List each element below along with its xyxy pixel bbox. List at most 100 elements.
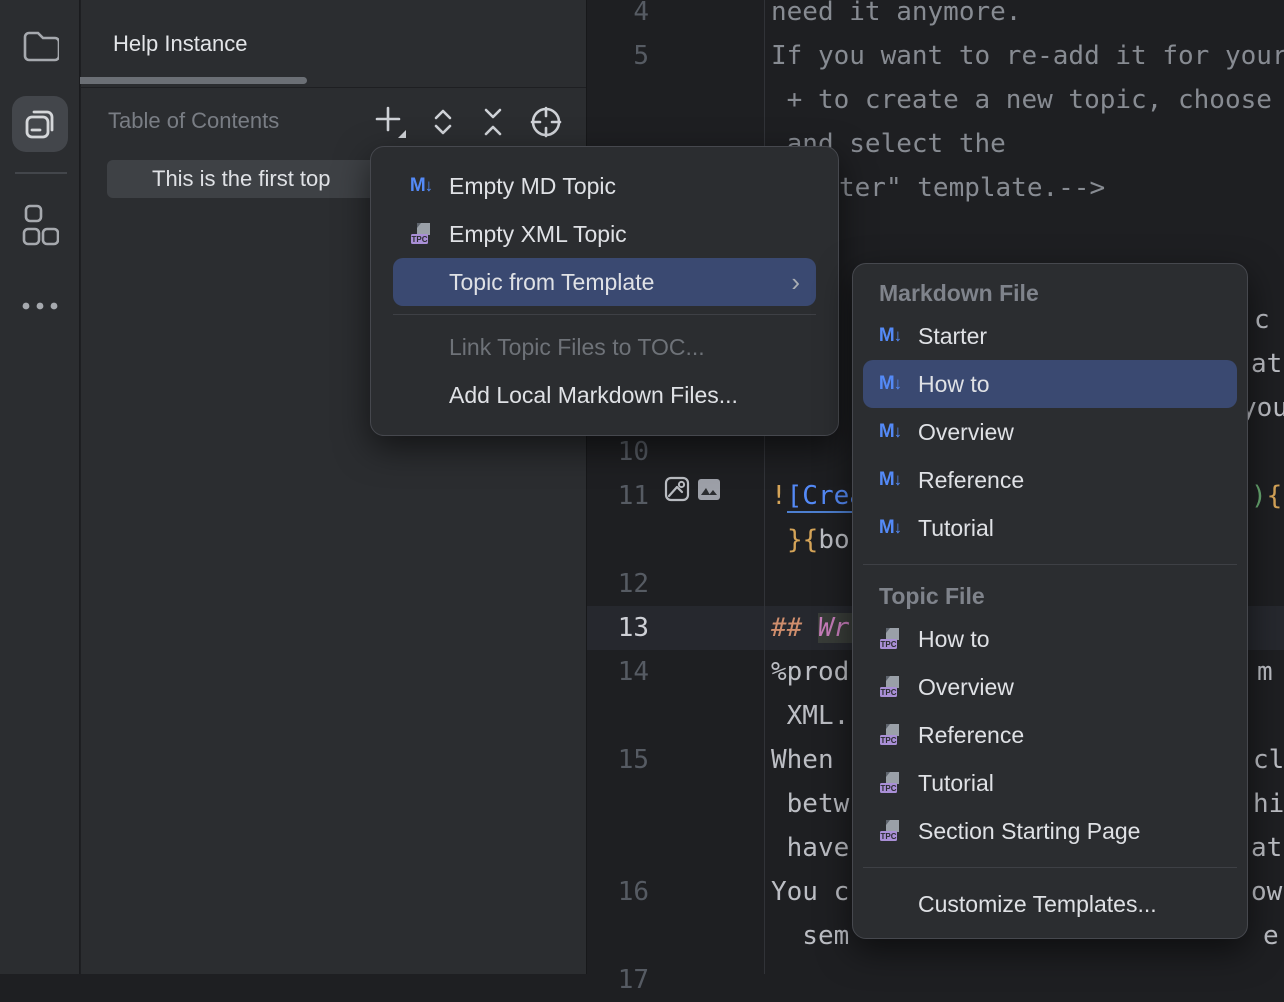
toc-item-first-topic[interactable]: This is the first top <box>107 160 377 198</box>
menu-item-add-local-markdown[interactable]: Add Local Markdown Files... <box>393 371 816 419</box>
expand-all-icon <box>428 105 458 139</box>
code-line: sem <box>771 914 849 958</box>
code-line: + to create a new topic, choose <box>771 78 1284 122</box>
topic-file-icon: TPC <box>878 819 902 843</box>
topic-file-icon: TPC <box>878 675 902 699</box>
menu-item-label: Link Topic Files to TOC... <box>449 334 705 361</box>
markdown-file-icon: M↓ <box>878 516 902 540</box>
more-tool-windows-button[interactable] <box>12 278 68 334</box>
submenu-item-overview-topic[interactable]: TPC Overview <box>863 663 1237 711</box>
submenu-item-how-to-topic[interactable]: TPC How to <box>863 615 1237 663</box>
code-line: When <box>771 738 849 782</box>
code-line: You c <box>771 870 849 914</box>
menu-item-label: Reference <box>918 722 1024 749</box>
line-number: 11 <box>589 474 649 518</box>
code-line: %prod <box>771 650 849 694</box>
line-number-current: 13 <box>589 606 649 650</box>
menu-item-label: Add Local Markdown Files... <box>449 382 738 409</box>
topic-file-icon: TPC <box>878 723 902 747</box>
submenu-arrow-icon: › <box>791 269 800 295</box>
more-icon <box>20 301 60 311</box>
submenu-item-starter[interactable]: M↓ Starter <box>863 312 1237 360</box>
paren-fragment: ) <box>1251 481 1267 511</box>
tool-window-title: Help Instance <box>113 31 248 57</box>
code-fragment: hi <box>1253 782 1284 826</box>
submenu-item-customize-templates[interactable]: Customize Templates... <box>863 880 1237 928</box>
markdown-file-icon: M↓ <box>878 468 902 492</box>
submenu-item-tutorial-topic[interactable]: TPC Tutorial <box>863 759 1237 807</box>
svg-text:TPC: TPC <box>881 784 897 793</box>
menu-item-label: How to <box>918 626 990 653</box>
topic-file-icon: TPC <box>878 627 902 651</box>
topic-file-icon: TPC <box>878 771 902 795</box>
code-line: ter" template.--> <box>839 166 1105 210</box>
code-line: If you want to re-add it for your <box>771 34 1284 78</box>
markdown-file-icon: M↓ <box>878 372 902 396</box>
collapse-all-button[interactable] <box>475 104 511 140</box>
line-number: 5 <box>589 34 649 78</box>
expand-all-button[interactable] <box>425 104 461 140</box>
menu-item-label: Overview <box>918 674 1014 701</box>
folder-icon <box>21 29 59 63</box>
code-fragment: at <box>1251 342 1282 386</box>
line-number: 10 <box>589 430 649 474</box>
svg-text:TPC: TPC <box>881 640 897 649</box>
menu-separator <box>393 314 816 315</box>
menu-separator <box>863 564 1237 565</box>
line-number: 16 <box>589 870 649 914</box>
svg-text:TPC: TPC <box>881 688 897 697</box>
stripe-divider <box>15 172 67 174</box>
code-line: betw <box>771 782 849 826</box>
submenu-section-header: Markdown File <box>863 274 1237 312</box>
md-attr-braces: }{ <box>787 525 818 555</box>
image-filled-gutter-icon[interactable] <box>698 479 720 500</box>
submenu-item-tutorial-md[interactable]: M↓ Tutorial <box>863 504 1237 552</box>
code-line: ## Wr <box>771 606 852 650</box>
submenu-item-section-starting-page[interactable]: TPC Section Starting Page <box>863 807 1237 855</box>
project-tool-button[interactable] <box>12 18 68 74</box>
locate-button[interactable] <box>528 104 564 140</box>
menu-item-label: Tutorial <box>918 515 994 542</box>
svg-text:TPC: TPC <box>412 235 428 244</box>
code-fragment: at <box>1251 826 1282 870</box>
code-line: need it anymore. <box>771 0 1021 34</box>
plus-dropdown-icon <box>372 104 408 140</box>
submenu-item-how-to-md[interactable]: M↓ How to <box>863 360 1237 408</box>
md-attr-text: bo <box>818 525 849 555</box>
md-heading-text: Wr <box>818 613 852 643</box>
submenu-item-reference-md[interactable]: M↓ Reference <box>863 456 1237 504</box>
no-icon-spacer <box>409 335 433 359</box>
code-fragment: e <box>1263 914 1279 958</box>
tool-window-header: Help Instance <box>81 0 586 88</box>
menu-item-empty-md-topic[interactable]: M↓ Empty MD Topic <box>393 162 816 210</box>
no-icon-spacer <box>409 270 433 294</box>
submenu-item-overview-md[interactable]: M↓ Overview <box>863 408 1237 456</box>
menu-item-label: Empty MD Topic <box>449 173 616 200</box>
line-number: 12 <box>589 562 649 606</box>
code-line: XML. <box>771 694 849 738</box>
add-topic-button[interactable] <box>372 104 408 140</box>
code-line: have <box>771 826 849 870</box>
menu-item-label: Section Starting Page <box>918 818 1140 845</box>
menu-item-label: Topic from Template <box>449 269 654 296</box>
locate-icon <box>528 104 564 140</box>
code-fragment: m <box>1257 650 1273 694</box>
toc-tool-button[interactable] <box>12 96 68 152</box>
menu-item-label: How to <box>918 371 990 398</box>
code-fragment: cl <box>1253 738 1284 782</box>
menu-item-empty-xml-topic[interactable]: TPC Empty XML Topic <box>393 210 816 258</box>
code-fragment: ){ <box>1251 474 1282 518</box>
markdown-file-icon: M↓ <box>878 420 902 444</box>
menu-item-label: Tutorial <box>918 770 994 797</box>
submenu-item-reference-topic[interactable]: TPC Reference <box>863 711 1237 759</box>
markdown-file-icon: M↓ <box>409 174 433 198</box>
structure-tool-button[interactable] <box>12 198 68 254</box>
brace-fragment: { <box>1267 481 1283 511</box>
menu-item-label: Overview <box>918 419 1014 446</box>
toc-pages-icon <box>22 106 58 142</box>
line-number: 4 <box>589 0 649 34</box>
menu-separator <box>863 867 1237 868</box>
menu-item-topic-from-template[interactable]: Topic from Template › <box>393 258 816 306</box>
menu-item-link-topic-files: Link Topic Files to TOC... <box>393 323 816 371</box>
image-outline-gutter-icon[interactable] <box>664 476 690 502</box>
